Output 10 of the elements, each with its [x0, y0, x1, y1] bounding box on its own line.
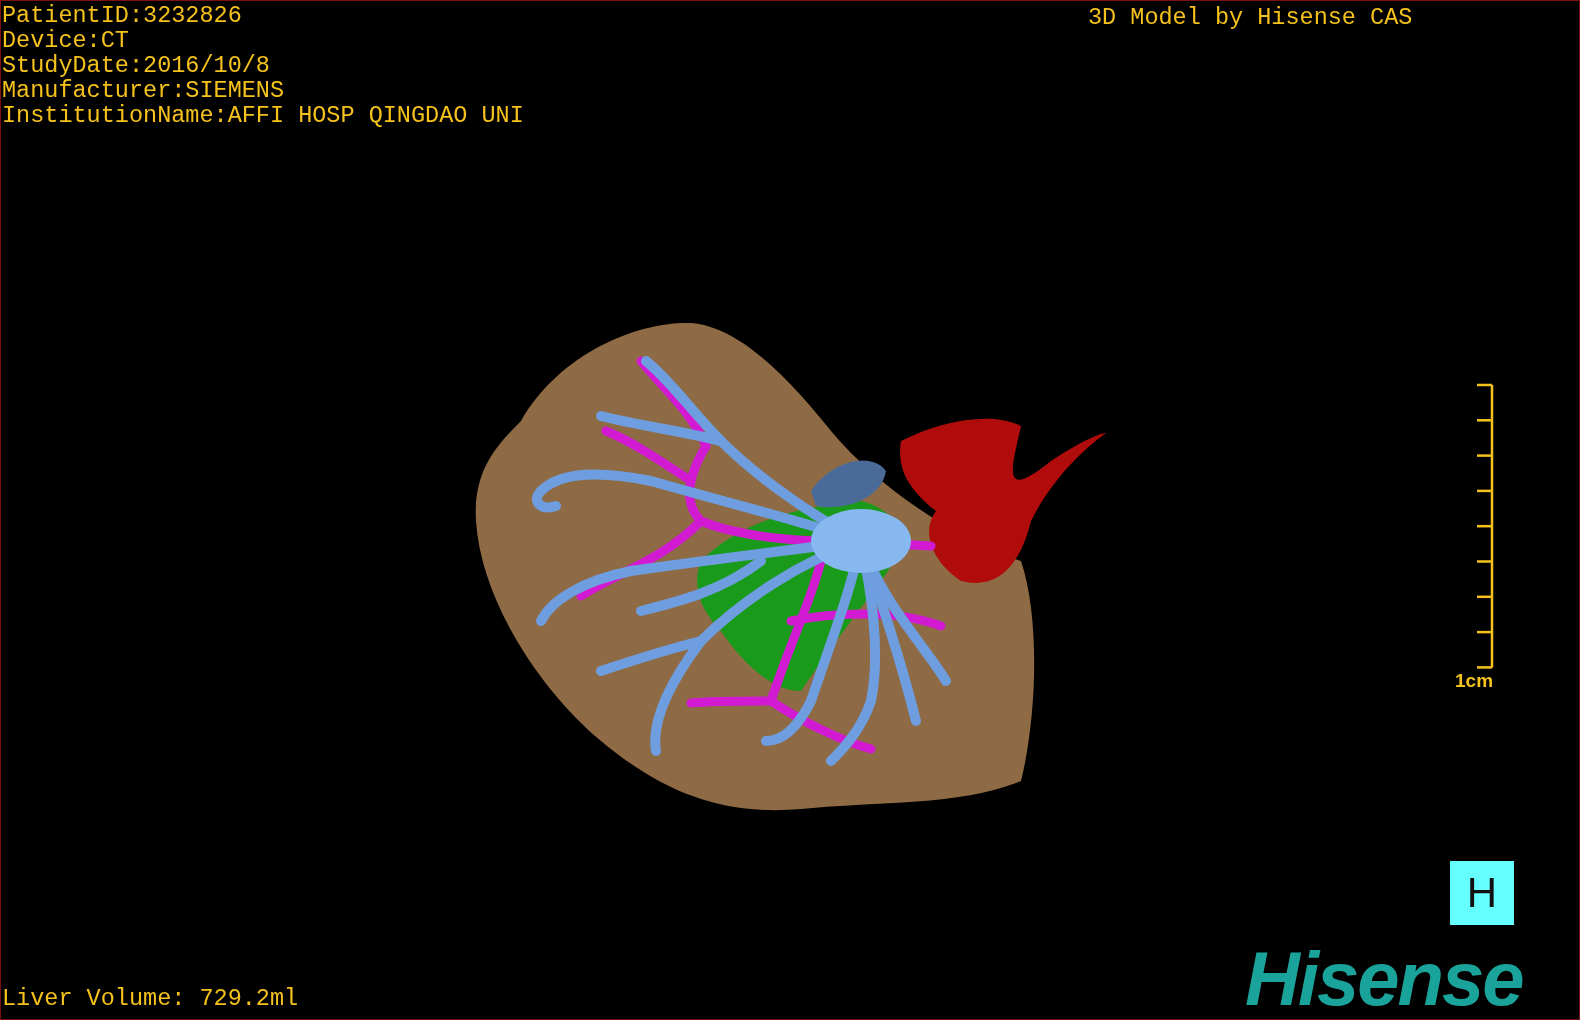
model-title: 3D Model by Hisense CAS	[1088, 5, 1413, 30]
liver-volume: Liver Volume: 729.2ml	[2, 986, 299, 1011]
study-info-line: Device:CT	[2, 28, 129, 53]
brand-logo: Hisense	[1245, 941, 1523, 1017]
study-info-line: StudyDate:2016/10/8	[2, 53, 270, 78]
scale-label: 1cm	[1455, 671, 1494, 691]
study-info-line: PatientID:3232826	[2, 3, 242, 28]
study-info-line: InstitutionName:AFFI HOSP QINGDAO UNI	[2, 103, 524, 128]
study-info-line: Manufacturer:SIEMENS	[2, 78, 285, 103]
orientation-button[interactable]: H	[1450, 861, 1514, 925]
